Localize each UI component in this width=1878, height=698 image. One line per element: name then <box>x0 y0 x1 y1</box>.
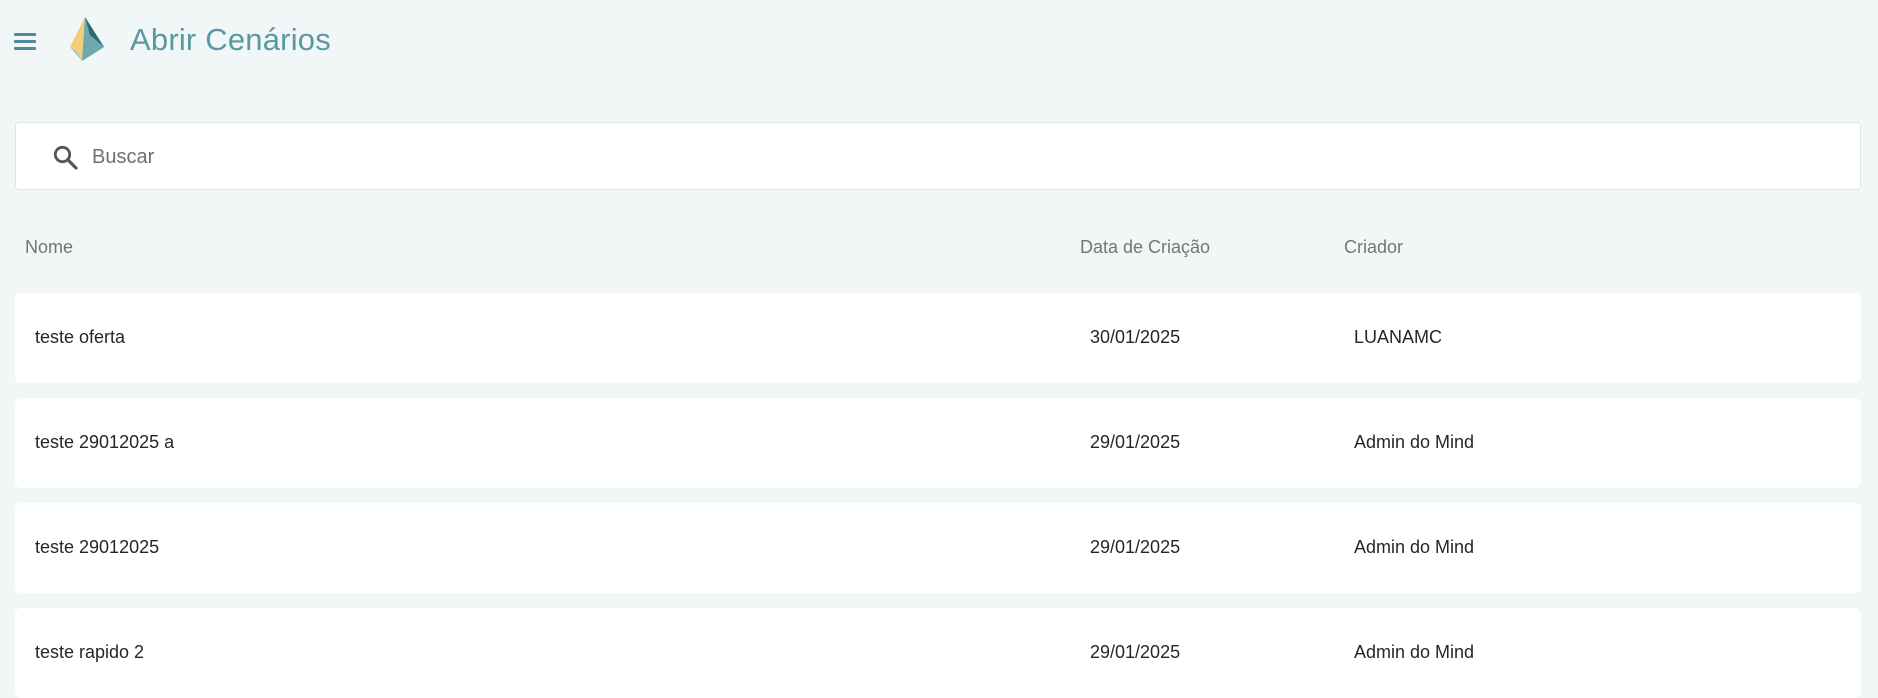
menu-icon-bar <box>14 40 36 43</box>
row-nome: teste oferta <box>35 327 126 347</box>
table-row[interactable]: teste 29012025 a 29/01/2025 Admin do Min… <box>15 398 1861 488</box>
row-data-criacao: 30/01/2025 <box>1090 327 1181 347</box>
row-criador: Admin do Mind <box>1354 642 1475 662</box>
row-nome: teste 29012025 <box>35 537 160 557</box>
row-criador: LUANAMC <box>1354 327 1443 347</box>
row-criador: Admin do Mind <box>1354 432 1475 452</box>
row-data-criacao: 29/01/2025 <box>1090 537 1181 557</box>
row-nome: teste 29012025 a <box>35 432 175 452</box>
search-box[interactable] <box>15 122 1861 190</box>
search-input[interactable] <box>76 137 1836 177</box>
column-header-criador[interactable]: Criador <box>1344 237 1403 258</box>
table-row[interactable]: teste 29012025 29/01/2025 Admin do Mind <box>15 503 1861 593</box>
row-criador: Admin do Mind <box>1354 537 1475 557</box>
table-row[interactable]: teste rapido 2 29/01/2025 Admin do Mind <box>15 608 1861 698</box>
row-data-criacao: 29/01/2025 <box>1090 642 1181 662</box>
app-header: Abrir Cenários <box>0 0 1878 86</box>
page-title: Abrir Cenários <box>130 22 331 57</box>
row-nome: teste rapido 2 <box>35 642 145 662</box>
pyramid-logo-icon <box>70 17 104 61</box>
row-data-criacao: 29/01/2025 <box>1090 432 1181 452</box>
menu-icon-bar <box>14 33 36 36</box>
menu-button[interactable] <box>9 27 41 57</box>
table-row[interactable]: teste oferta 30/01/2025 LUANAMC <box>15 293 1861 383</box>
column-header-data-criacao[interactable]: Data de Criação <box>1080 237 1210 258</box>
column-header-nome[interactable]: Nome <box>25 237 73 258</box>
menu-icon-bar <box>14 47 36 50</box>
